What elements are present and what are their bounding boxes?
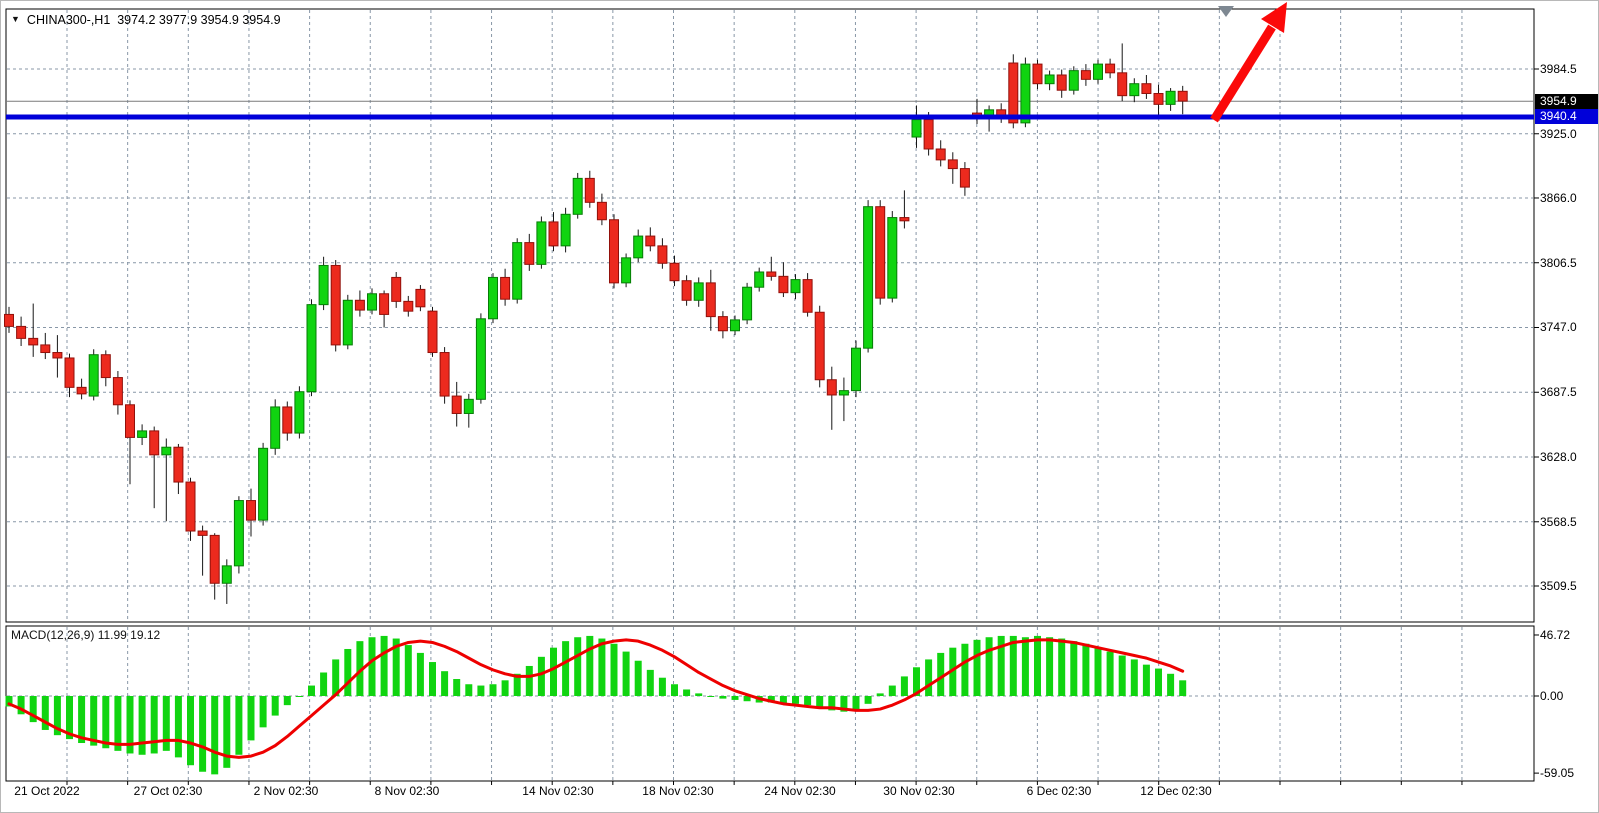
gridlines [7,10,1533,785]
price-tick-label: 3568.5 [1540,515,1596,529]
macd-tick-label: 0.00 [1540,689,1596,703]
chart-canvas[interactable] [1,1,1599,813]
trading-chart-window: ▼ CHINA300-,H1 3974.2 3977.9 3954.9 3954.… [0,0,1599,813]
time-axis-label: 21 Oct 2022 [14,784,79,798]
macd-tick-label: 46.72 [1540,628,1596,642]
axis-tick-marks [1534,69,1539,773]
time-axis-label: 6 Dec 02:30 [1027,784,1092,798]
price-tick-label: 3687.5 [1540,385,1596,399]
price-tick-label: 3747.0 [1540,320,1596,334]
pane-frames [6,9,1534,781]
price-tick-label: 3866.0 [1540,191,1596,205]
macd-indicator-label: MACD(12,26,9) 11.99 19.12 [11,628,160,642]
symbol-ohlc-text: CHINA300-,H1 3974.2 3977.9 3954.9 3954.9 [27,13,281,27]
time-axis-label: 12 Dec 02:30 [1140,784,1211,798]
price-tick-label: 3509.5 [1540,579,1596,593]
red-up-arrow [1214,2,1287,120]
gray-down-triangle-icon [1218,6,1234,17]
level-price-label: 3940.4 [1535,109,1598,124]
candlesticks [5,43,1188,604]
price-tick-label: 3984.5 [1540,62,1596,76]
symbol-header: ▼ CHINA300-,H1 3974.2 3977.9 3954.9 3954.… [11,13,281,27]
time-axis-label: 18 Nov 02:30 [642,784,713,798]
macd-signal-line [9,640,1183,758]
time-axis-label: 27 Oct 02:30 [134,784,203,798]
price-tick-label: 3925.0 [1540,127,1596,141]
macd-tick-label: -59.05 [1540,766,1596,780]
symbol-dropdown-icon[interactable]: ▼ [11,14,20,24]
price-tick-label: 3628.0 [1540,450,1596,464]
time-axis-label: 2 Nov 02:30 [254,784,319,798]
time-axis-label: 14 Nov 02:30 [522,784,593,798]
price-tick-label: 3806.5 [1540,256,1596,270]
time-axis-label: 30 Nov 02:30 [883,784,954,798]
macd-histogram [6,636,1187,774]
time-axis-label: 24 Nov 02:30 [764,784,835,798]
current-price-label: 3954.9 [1535,94,1598,109]
time-axis-label: 8 Nov 02:30 [375,784,440,798]
